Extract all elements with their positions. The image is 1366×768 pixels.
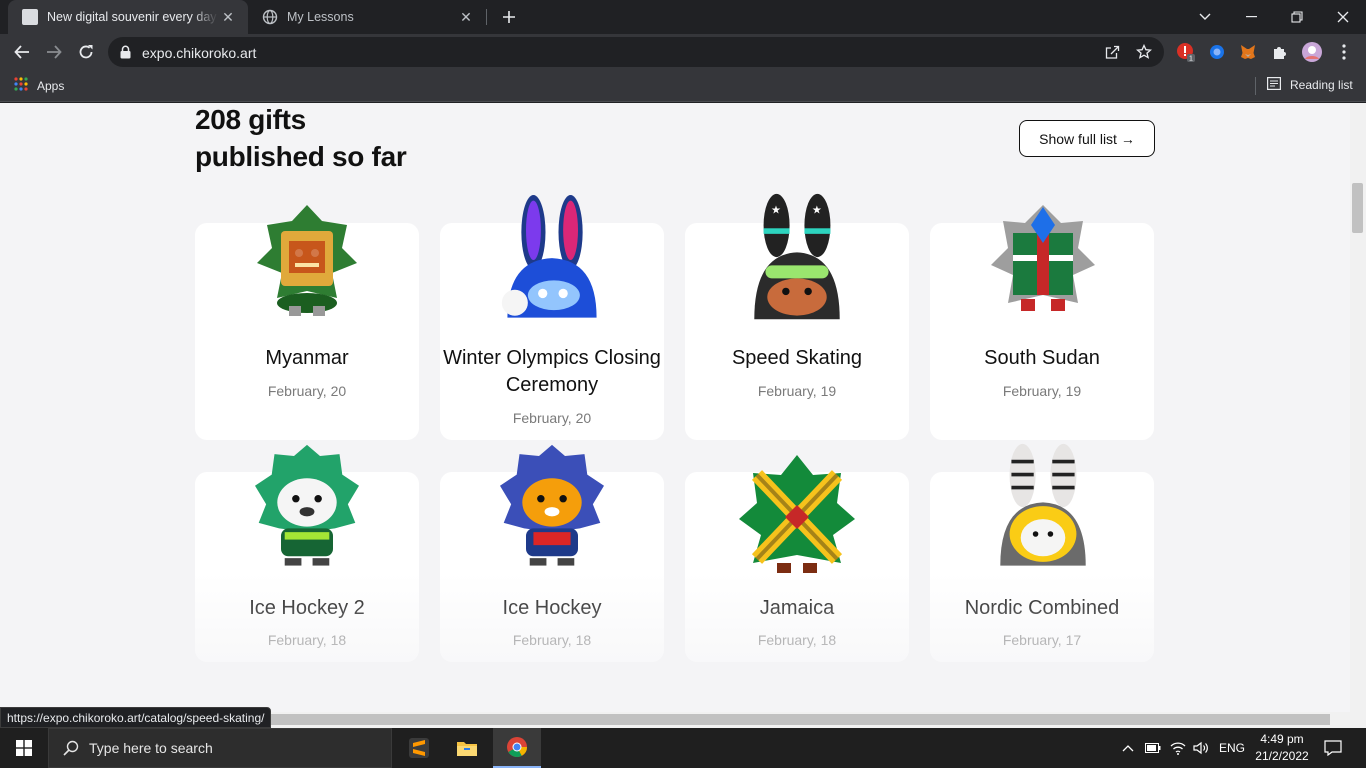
- tab-strip: New digital souvenir every day of ✕ My L…: [0, 0, 1366, 34]
- gift-name: Ice Hockey 2: [249, 597, 365, 619]
- close-tab-icon[interactable]: ✕: [218, 7, 238, 27]
- vertical-scrollbar[interactable]: [1350, 103, 1366, 712]
- volume-icon[interactable]: [1193, 728, 1209, 768]
- myanmar-figure-icon: [257, 205, 357, 316]
- taskbar-search-box[interactable]: Type here to search: [48, 728, 392, 768]
- gift-name: Jamaica: [759, 597, 835, 619]
- address-bar[interactable]: expo.chikoroko.art: [108, 37, 1164, 67]
- gift-date: February, 18: [267, 632, 347, 648]
- tab-title: My Lessons: [287, 10, 354, 24]
- chrome-taskbar-icon[interactable]: [493, 728, 541, 768]
- reading-list-button[interactable]: Reading list: [1267, 77, 1353, 93]
- minimize-icon[interactable]: [1228, 0, 1274, 34]
- bookmarks-bar: Apps Reading list: [0, 70, 1366, 102]
- extension-badge: 1: [1189, 56, 1193, 63]
- browser-toolbar: expo.chikoroko.art 1: [0, 34, 1366, 70]
- clock-date: 21/2/2022: [1255, 749, 1309, 763]
- input-language[interactable]: ENG: [1219, 728, 1245, 768]
- tab-separator: [486, 9, 487, 25]
- speed-skating-bunny-icon: ★ ★: [754, 193, 840, 320]
- page-favicon-icon: [22, 9, 38, 25]
- search-placeholder: Type here to search: [89, 740, 213, 756]
- forward-icon[interactable]: [40, 38, 68, 66]
- tab-my-lessons[interactable]: My Lessons ✕: [248, 0, 486, 34]
- tab-title: New digital souvenir every day of: [47, 10, 218, 24]
- battery-icon[interactable]: [1145, 728, 1161, 768]
- windows-start-icon[interactable]: [0, 728, 48, 768]
- page-viewport: 208 gifts published so far Show full lis…: [0, 103, 1350, 712]
- tab-search-icon[interactable]: [1182, 0, 1228, 34]
- globe-icon: [262, 9, 278, 25]
- show-full-list-button[interactable]: Show full list →: [1019, 120, 1155, 157]
- windows-taskbar: Type here to search ENG 4:49 pm 21/2/202…: [0, 728, 1366, 768]
- file-explorer-icon[interactable]: [443, 728, 491, 768]
- url-text: expo.chikoroko.art: [142, 45, 257, 61]
- horizontal-scrollbar-thumb[interactable]: [270, 714, 1330, 725]
- closing-ceremony-bunny-icon: [501, 195, 597, 318]
- svg-text:★: ★: [771, 203, 781, 216]
- gift-date: February, 19: [757, 383, 837, 399]
- page-heading: 208 gifts published so far: [195, 103, 407, 175]
- ice-hockey-2-tiger-icon: [255, 444, 359, 566]
- gift-date: February, 18: [512, 632, 592, 648]
- gift-name: Winter Olympics Closing Ceremony: [443, 347, 661, 396]
- bookmark-star-icon[interactable]: [1135, 43, 1153, 61]
- bookmarks-separator: [1255, 77, 1256, 95]
- gift-name: Nordic Combined: [964, 597, 1120, 619]
- menu-kebab-icon[interactable]: [1334, 42, 1354, 62]
- search-icon: [63, 740, 79, 756]
- heading-line-1: 208 gifts: [195, 104, 306, 135]
- metamask-fox-icon[interactable]: [1238, 42, 1258, 62]
- extension-red-icon[interactable]: 1: [1176, 42, 1196, 62]
- link-status-bubble: https://expo.chikoroko.art/catalog/speed…: [0, 707, 272, 728]
- gift-date: February, 18: [757, 632, 837, 648]
- gift-name: Ice Hockey: [502, 597, 602, 619]
- jamaica-figure-icon: [739, 455, 855, 573]
- wifi-icon[interactable]: [1170, 728, 1186, 768]
- south-sudan-figure-icon: [991, 205, 1095, 311]
- new-tab-icon[interactable]: [498, 6, 520, 28]
- close-window-icon[interactable]: [1320, 0, 1366, 34]
- taskbar-clock[interactable]: 4:49 pm 21/2/2022: [1252, 731, 1312, 765]
- gift-name: South Sudan: [984, 347, 1100, 369]
- profile-avatar-icon[interactable]: [1302, 42, 1322, 62]
- extension-blue-icon[interactable]: [1207, 42, 1227, 62]
- apps-grid-icon: [14, 77, 28, 94]
- gift-name: Speed Skating: [731, 347, 863, 369]
- nordic-combined-bunny-icon: [1000, 443, 1086, 566]
- gift-date: February, 20: [512, 410, 592, 426]
- tab-chikoroko[interactable]: New digital souvenir every day of ✕: [8, 0, 248, 34]
- ice-hockey-tiger-icon: [500, 444, 604, 566]
- bookmark-apps-label: Apps: [37, 78, 65, 93]
- sublime-text-icon[interactable]: [395, 728, 443, 768]
- heading-line-2: published so far: [195, 141, 407, 172]
- vertical-scrollbar-thumb[interactable]: [1352, 183, 1363, 233]
- restore-icon[interactable]: [1274, 0, 1320, 34]
- gift-date: February, 20: [267, 383, 347, 399]
- svg-text:★: ★: [812, 203, 822, 216]
- share-icon[interactable]: [1103, 43, 1121, 61]
- show-hidden-icons-icon[interactable]: [1122, 728, 1134, 768]
- gift-date: February, 19: [1002, 383, 1082, 399]
- notifications-icon[interactable]: [1324, 728, 1342, 768]
- gift-date: February, 17: [1002, 632, 1082, 648]
- extensions-puzzle-icon[interactable]: [1270, 42, 1290, 62]
- clock-time: 4:49 pm: [1260, 732, 1304, 746]
- reload-icon[interactable]: [72, 38, 100, 66]
- reading-list-icon: [1267, 77, 1282, 93]
- back-icon[interactable]: [8, 38, 36, 66]
- reading-list-label: Reading list: [1290, 78, 1353, 92]
- lock-icon[interactable]: [120, 45, 131, 64]
- bookmark-apps[interactable]: Apps: [14, 77, 64, 94]
- gift-name: Myanmar: [265, 347, 349, 369]
- close-tab-icon[interactable]: ✕: [456, 7, 476, 27]
